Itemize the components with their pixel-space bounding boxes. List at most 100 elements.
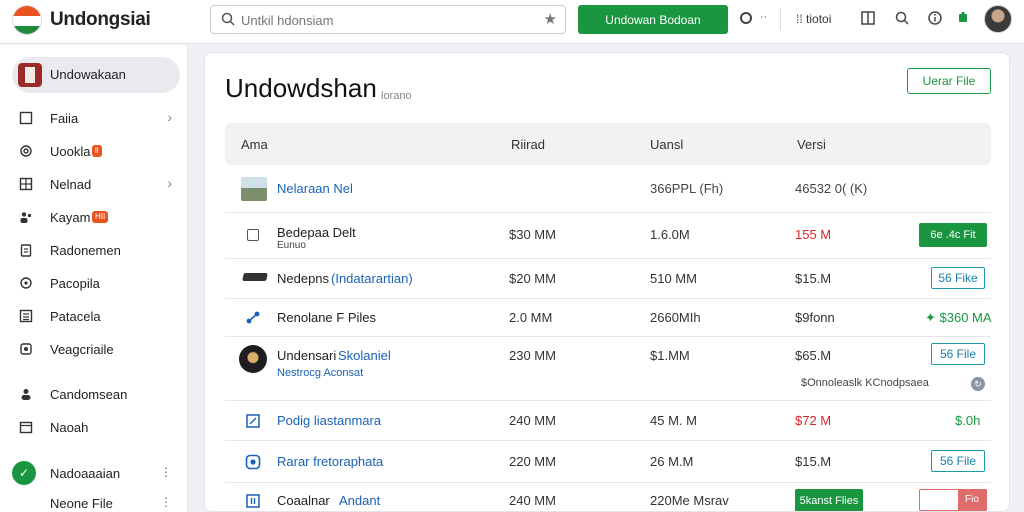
page-subtitle: lorano xyxy=(381,90,412,102)
avatar xyxy=(239,345,267,373)
row-name-link[interactable]: Rarar fretoraphata xyxy=(277,454,383,469)
tools-label: tiotoi xyxy=(806,12,832,26)
row-amount-link[interactable]: $.0h xyxy=(955,413,980,428)
chevron-right-icon: › xyxy=(167,175,172,191)
app-title: Undongsiai xyxy=(50,9,151,30)
info-icon[interactable] xyxy=(927,10,943,26)
square-icon xyxy=(19,111,33,125)
sidebar-item-veagcriaile[interactable]: Veagcriaile xyxy=(12,334,180,364)
row-col-2: 240 MM xyxy=(509,413,556,428)
column-header[interactable]: Riirad xyxy=(511,137,545,152)
app-logo-icon[interactable] xyxy=(12,5,42,35)
status-circle-icon[interactable] xyxy=(740,12,752,24)
row-file-button[interactable]: 56 File xyxy=(931,450,985,472)
sidebar-item-label: Patacela xyxy=(50,309,101,324)
device-icon xyxy=(242,273,268,281)
row-file-button[interactable]: 56 Fike xyxy=(931,267,985,289)
row-danger-button[interactable]: Fio xyxy=(919,489,987,511)
row-action-button[interactable]: 5kanst Flies xyxy=(795,489,863,511)
table-row[interactable]: Renolane F Piles 2.0 MM 2660MIh $9fonn ✦… xyxy=(225,299,992,337)
row-amount-link[interactable]: ✦ $360 MA xyxy=(925,310,992,326)
row-col-4: $15.M xyxy=(795,271,832,286)
table-row[interactable]: Undensari Skolaniel Nestrocg Aconsat 230… xyxy=(225,337,991,401)
row-note: $Onnoleaslk KCnodpsaea xyxy=(801,377,929,389)
table-row[interactable]: Bedepaa Delt Eunuo $30 MM 1.6.0M 155 M 6… xyxy=(225,213,991,259)
table-row[interactable]: Podig liastanmara 240 MM 45 M. M $72 M $… xyxy=(225,401,991,441)
row-col-3: 26 M.M xyxy=(650,454,694,469)
row-col-3: 220Me Msrav xyxy=(650,493,729,508)
sidebar-item-label: Faiia xyxy=(50,111,79,126)
sidebar-item-kayam[interactable]: Kayam HII xyxy=(12,202,180,232)
row-file-button[interactable]: 56 File xyxy=(931,343,985,365)
row-col-3: 1.6.0M xyxy=(650,227,690,242)
sidebar-item-neone-file[interactable]: Neone File ⋮ xyxy=(12,488,180,512)
panel-icon[interactable] xyxy=(860,10,876,26)
column-header[interactable]: Uansl xyxy=(650,137,683,152)
calendar-icon xyxy=(19,421,33,434)
tools-menu[interactable]: ⁞⁞ tiotoi xyxy=(796,12,831,26)
sidebar-item-radonemen[interactable]: Radonemen xyxy=(12,235,180,265)
row-col-2: $20 MM xyxy=(509,271,556,286)
sidebar-item-label: Candomsean xyxy=(50,387,128,402)
row-col-2: 240 MM xyxy=(509,493,556,508)
search-box[interactable]: ★ xyxy=(210,5,566,34)
sidebar-item-label: Uookla xyxy=(50,144,91,159)
table-row[interactable]: Nedepns (Indatarartian) $20 MM 510 MM $1… xyxy=(225,259,991,299)
row-name: Bedepaa Delt xyxy=(277,225,356,240)
row-name: Nedepns xyxy=(277,271,330,286)
row-name-link[interactable]: Andant xyxy=(339,493,380,508)
row-name-link[interactable]: Skolaniel xyxy=(338,348,391,363)
tools-icon: ⁞⁞ xyxy=(796,12,807,26)
sidebar-item-naoah[interactable]: Naoah xyxy=(12,412,180,442)
row-col-2: 230 MM xyxy=(509,348,556,363)
row-col-4: $65.M xyxy=(795,348,832,363)
settings-icon xyxy=(20,343,32,355)
table-row[interactable]: Coaalnar Andant 240 MM 220Me Msrav 5kans… xyxy=(225,483,991,511)
column-header[interactable]: Ama xyxy=(241,137,268,152)
table-row[interactable]: Nelaraan Nel 366PPL (Fh) 46532 0( (K) xyxy=(225,165,991,213)
row-sub-link[interactable]: Nestrocg Aconsat xyxy=(277,367,363,379)
row-col-4: $15.M xyxy=(795,454,832,469)
sidebar-item-candomsean[interactable]: Candomsean xyxy=(12,379,180,409)
row-col-2: 2.0 MM xyxy=(509,310,553,325)
column-header[interactable]: Versi xyxy=(797,137,826,152)
row-name-link[interactable]: Podig liastanmara xyxy=(277,413,381,428)
more-vertical-icon[interactable]: ⋮ xyxy=(160,495,172,509)
sidebar-item-label: Naoah xyxy=(50,420,89,435)
header-file-button[interactable]: Uerar File xyxy=(907,68,991,94)
search-input[interactable] xyxy=(241,10,531,30)
sidebar-item-label: Neone File xyxy=(50,496,113,511)
sidebar-item-uookla[interactable]: Uookla ll xyxy=(12,136,180,166)
user-avatar[interactable] xyxy=(984,5,1012,33)
primary-action-button[interactable]: Undowan Bodoan xyxy=(578,5,728,34)
grid-icon xyxy=(19,177,33,191)
row-col-4: 46532 0( (K) xyxy=(795,181,868,196)
row-checkbox[interactable] xyxy=(247,229,259,241)
row-name: Coaalnar xyxy=(277,493,330,508)
refresh-icon[interactable]: ↻ xyxy=(971,377,985,391)
sidebar-item-undowakaan[interactable]: Undowakaan xyxy=(12,57,180,93)
zoom-icon[interactable] xyxy=(894,10,910,26)
row-col-3: 510 MM xyxy=(650,271,697,286)
extension-icon[interactable] xyxy=(955,10,971,26)
sidebar-item-label: Undowakaan xyxy=(50,67,126,82)
square-app-icon xyxy=(246,494,260,508)
row-action-button[interactable]: 6e .4c Fit xyxy=(919,223,987,247)
sidebar-item-pacopila[interactable]: Pacopila xyxy=(12,268,180,298)
table-row[interactable]: Rarar fretoraphata 220 MM 26 M.M $15.M 5… xyxy=(225,441,991,483)
sidebar-item-nadoaaaian[interactable]: ✓ Nadoaaaian ⋮ xyxy=(12,458,180,488)
sidebar-item-label: Nadoaaaian xyxy=(50,466,121,481)
sidebar-item-patacela[interactable]: Patacela xyxy=(12,301,180,331)
row-name-link[interactable]: Nelaraan Nel xyxy=(277,181,353,196)
sidebar-item-faiia[interactable]: Faiia › xyxy=(12,103,180,133)
more-dots-icon[interactable]: ·· xyxy=(760,11,767,23)
row-danger-label: Fio xyxy=(958,490,986,511)
row-subtext: Eunuo xyxy=(277,240,306,251)
at-icon xyxy=(20,145,32,157)
more-vertical-icon[interactable]: ⋮ xyxy=(160,465,172,479)
sidebar-item-nelnad[interactable]: Nelnad › xyxy=(12,169,180,199)
row-name-link[interactable]: (Indatarartian) xyxy=(331,271,413,286)
search-icon xyxy=(221,12,235,26)
star-icon[interactable]: ★ xyxy=(544,10,557,28)
notification-badge: ll xyxy=(92,145,102,157)
